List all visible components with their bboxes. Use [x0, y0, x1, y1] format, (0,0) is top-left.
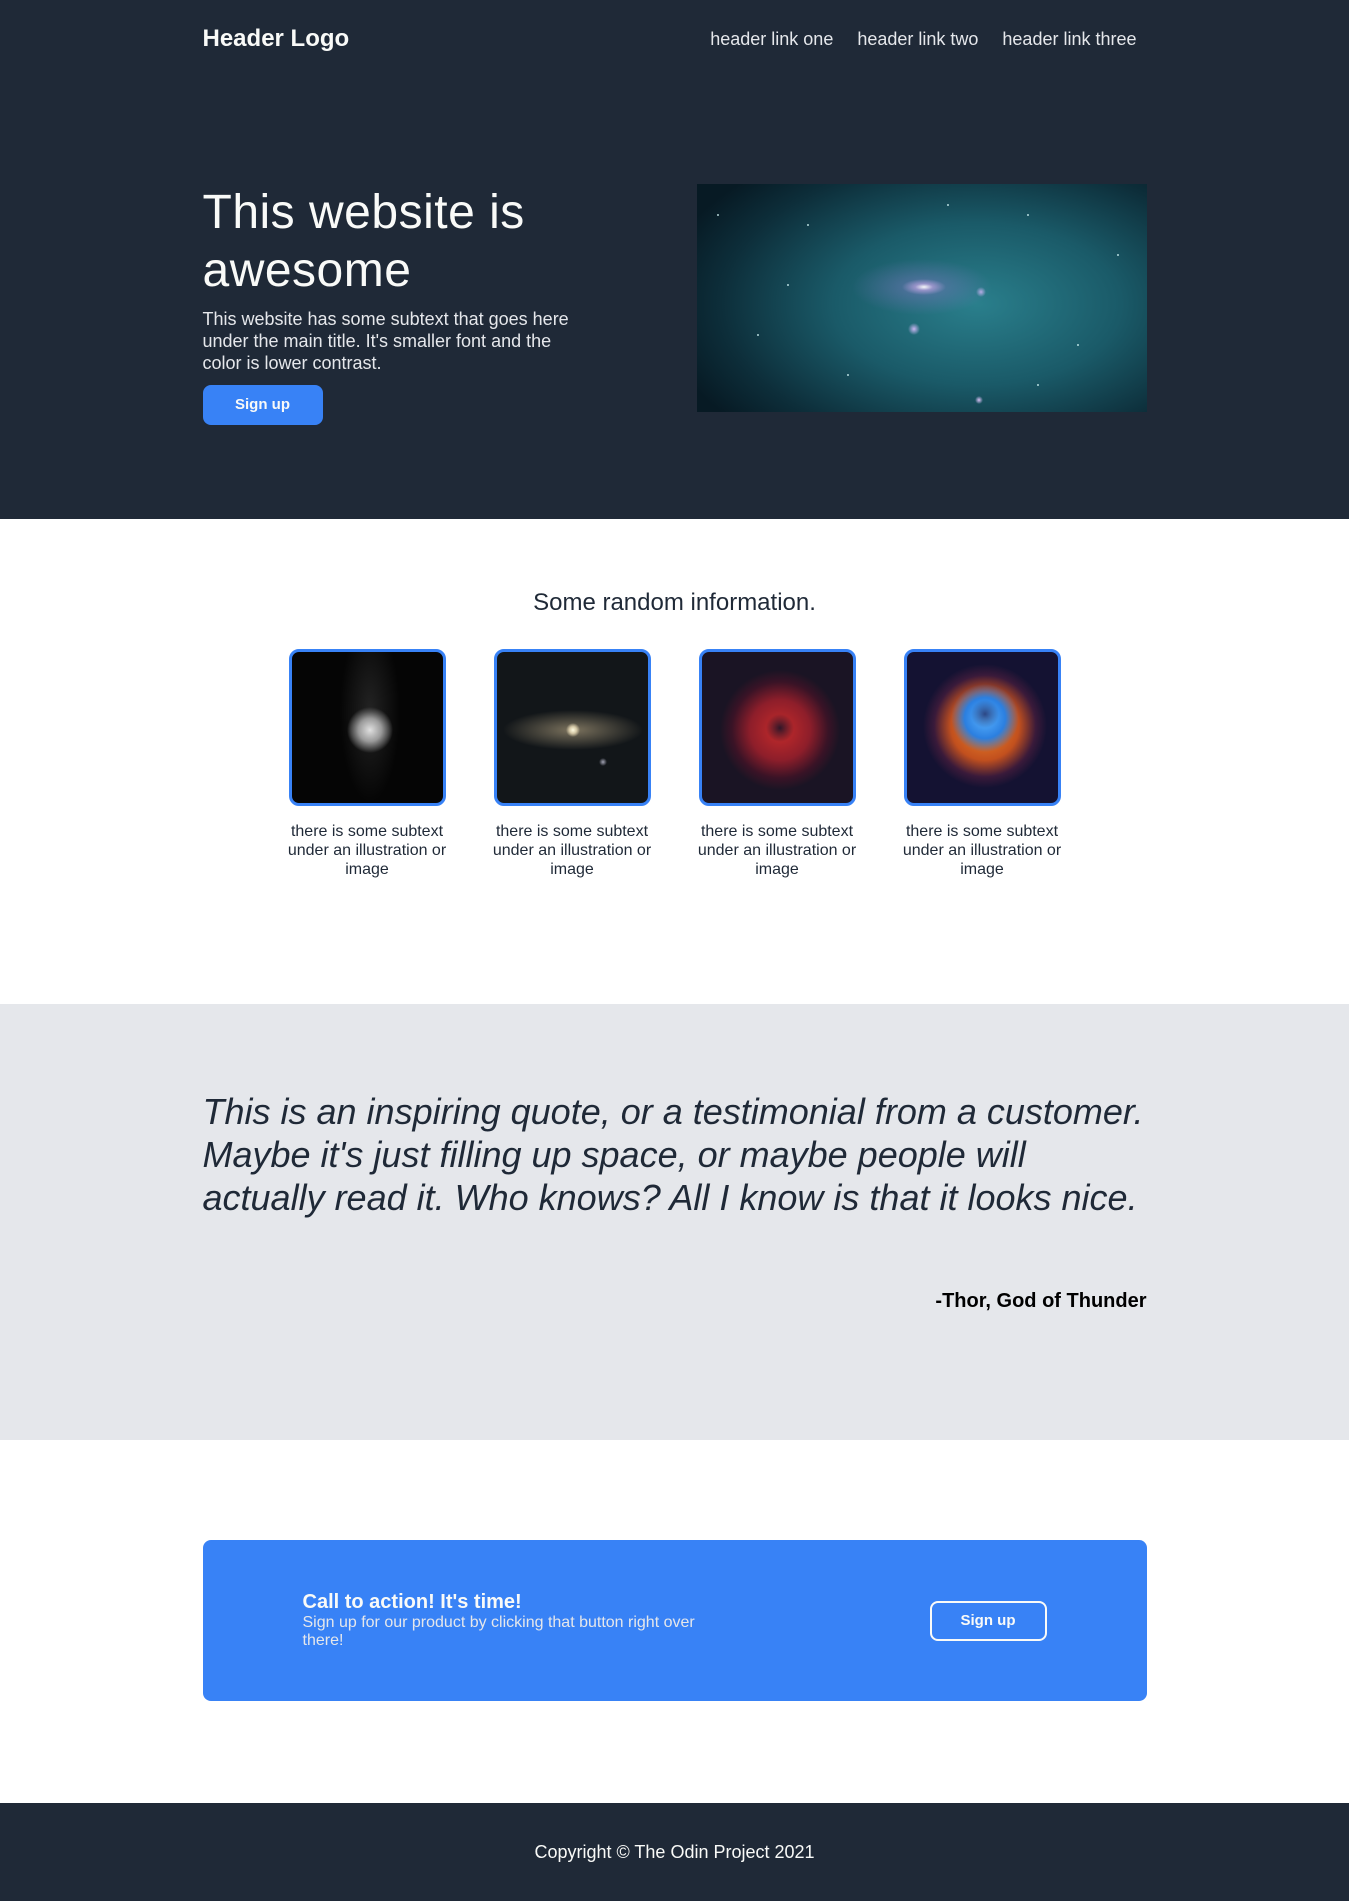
hero-text: This website is awesome This website has…	[202, 184, 603, 425]
info-card: there is some subtext under an illustrat…	[487, 649, 658, 880]
card-subtext: there is some subtext under an illustrat…	[902, 823, 1062, 879]
info-card: there is some subtext under an illustrat…	[692, 649, 863, 880]
header-nav: header link one header link two header l…	[710, 29, 1136, 50]
andromeda-galaxy-image	[493, 649, 651, 806]
cta-subtext: Sign up for our product by clicking that…	[302, 1613, 695, 1649]
star	[946, 204, 949, 206]
star	[786, 284, 789, 286]
card-subtext: there is some subtext under an illustrat…	[287, 823, 447, 879]
hero-title: This website is awesome	[202, 186, 525, 297]
hero-section: Header Logo header link one header link …	[0, 0, 1349, 519]
card-subtext: there is some subtext under an illustrat…	[697, 823, 857, 879]
cta-title: Call to action! It's time!	[302, 1590, 522, 1613]
star	[756, 334, 759, 336]
card-subtext: there is some subtext under an illustrat…	[492, 823, 652, 879]
quote-text: This is an inspiring quote, or a testimo…	[202, 1091, 1144, 1219]
cta-signup-button[interactable]: Sign up	[929, 1600, 1047, 1641]
header-link-one[interactable]: header link one	[710, 29, 833, 50]
star	[1076, 344, 1079, 346]
hero-galaxy-image	[696, 184, 1147, 412]
cta-section: Call to action! It's time! Sign up for o…	[0, 1440, 1349, 1803]
header-link-three[interactable]: header link three	[1002, 29, 1136, 50]
header-logo[interactable]: Header Logo	[203, 25, 350, 53]
footer-copyright: Copyright © The Odin Project 2021	[534, 1841, 815, 1862]
info-card: there is some subtext under an illustrat…	[897, 649, 1068, 880]
moon-image	[288, 649, 446, 806]
star	[1026, 214, 1029, 216]
site-footer: Copyright © The Odin Project 2021	[0, 1803, 1349, 1901]
star	[846, 374, 849, 376]
rosette-nebula-blue-image	[903, 649, 1061, 806]
info-cards: there is some subtext under an illustrat…	[0, 649, 1349, 880]
info-card: there is some subtext under an illustrat…	[282, 649, 453, 880]
quote-author: -Thor, God of Thunder	[935, 1289, 1147, 1312]
header-link-two[interactable]: header link two	[857, 29, 978, 50]
rosette-nebula-red-image	[698, 649, 856, 806]
star	[716, 214, 719, 216]
info-section: Some random information. there is some s…	[0, 519, 1349, 1004]
star	[1116, 254, 1119, 256]
hero-content: This website is awesome This website has…	[202, 184, 1147, 425]
cta-box: Call to action! It's time! Sign up for o…	[202, 1540, 1147, 1701]
star	[806, 224, 809, 226]
site-header: Header Logo header link one header link …	[203, 0, 1147, 78]
star	[1036, 384, 1039, 386]
hero-subtext: This website has some subtext that goes …	[202, 309, 569, 374]
info-title: Some random information.	[533, 589, 816, 616]
quote-section: This is an inspiring quote, or a testimo…	[0, 1004, 1349, 1440]
cta-text: Call to action! It's time! Sign up for o…	[303, 1591, 723, 1651]
hero-signup-button[interactable]: Sign up	[202, 384, 323, 425]
